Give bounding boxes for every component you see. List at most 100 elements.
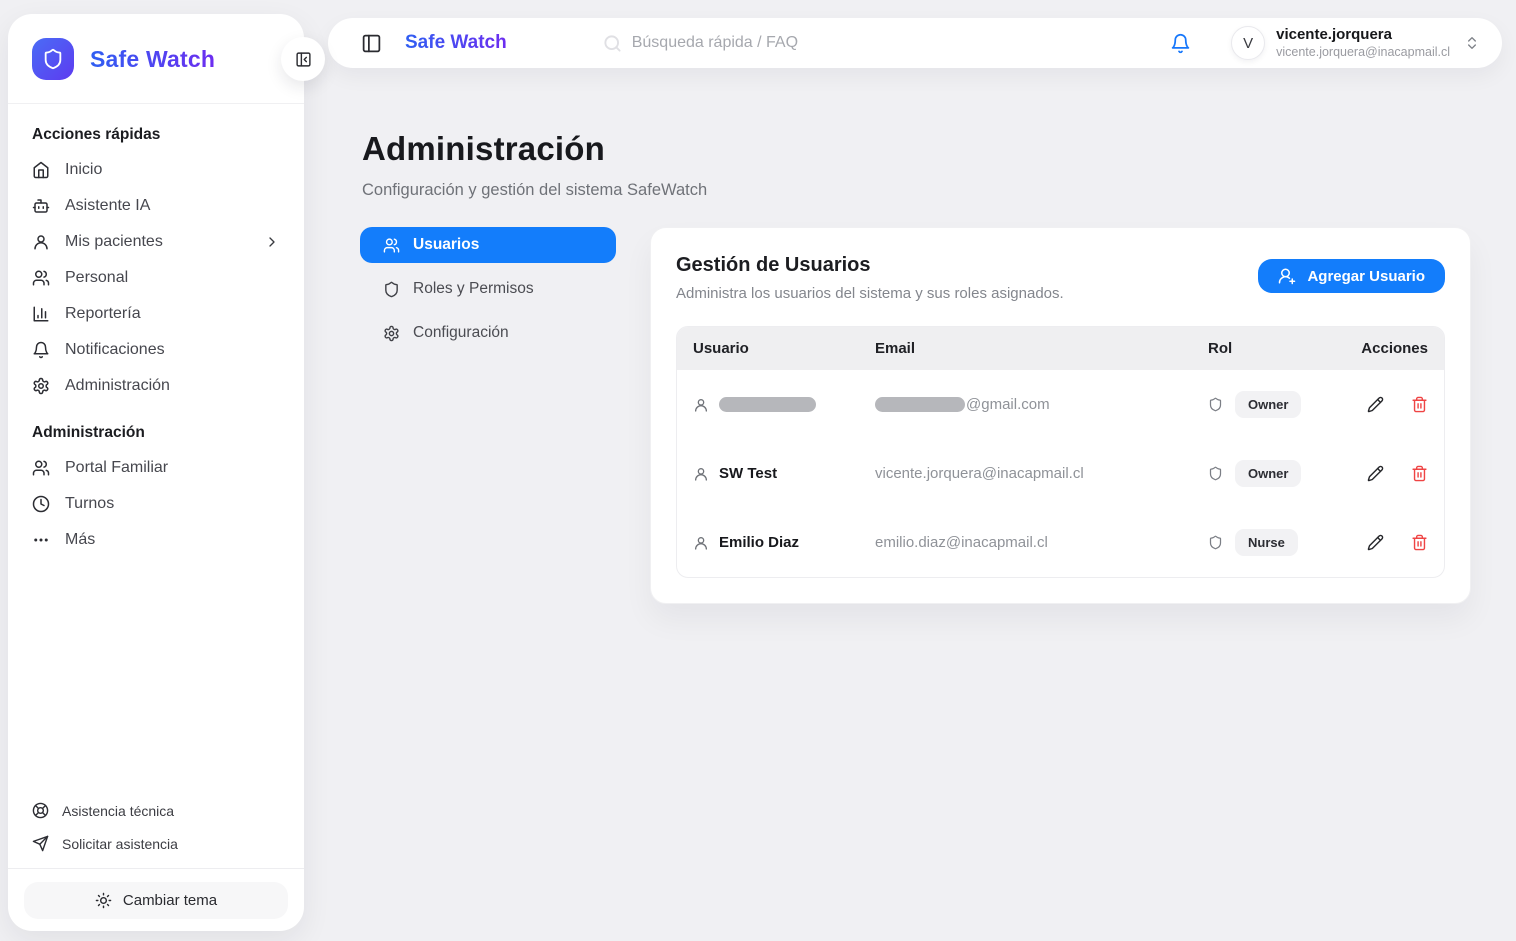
change-theme-label: Cambiar tema — [123, 892, 217, 909]
sidebar-item-asistencia-tecnica[interactable]: Asistencia técnica — [32, 794, 280, 827]
nav-heading-quick-actions: Acciones rápidas — [32, 126, 280, 144]
sidebar-item-label: Inicio — [65, 161, 102, 179]
tab-configuracion[interactable]: Configuración — [360, 315, 616, 351]
tab-usuarios[interactable]: Usuarios — [360, 227, 616, 263]
table-row: @gmail.com Owner — [677, 370, 1444, 439]
nav-heading-administracion: Administración — [32, 424, 280, 442]
role-badge: Owner — [1235, 460, 1301, 487]
shield-icon — [1208, 535, 1223, 550]
sidebar-item-label: Más — [65, 531, 95, 549]
sidebar-item-label: Personal — [65, 269, 128, 287]
user-icon — [32, 233, 50, 251]
sidebar-item-label: Turnos — [65, 495, 114, 513]
sidebar-item-label: Administración — [65, 377, 170, 395]
sun-icon — [95, 892, 112, 909]
app-root: Safe Watch Acciones rápidas Inicio Asist… — [0, 0, 1516, 941]
page-subtitle: Configuración y gestión del sistema Safe… — [362, 181, 1471, 200]
sidebar-item-personal[interactable]: Personal — [32, 260, 280, 296]
redacted-username — [719, 397, 816, 412]
change-theme-button[interactable]: Cambiar tema — [24, 882, 288, 919]
user-menu[interactable]: vicente.jorquera vicente.jorquera@inacap… — [1276, 26, 1450, 60]
topbar-right: V vicente.jorquera vicente.jorquera@inac… — [1170, 26, 1502, 60]
add-user-label: Agregar Usuario — [1307, 268, 1425, 285]
search-box[interactable] — [603, 34, 962, 53]
notifications-bell-icon[interactable] — [1170, 33, 1191, 54]
sidebar-nav: Acciones rápidas Inicio Asistente IA Mis… — [8, 104, 304, 558]
clock-icon — [32, 495, 50, 513]
topbar-brand: Safe Watch — [405, 32, 507, 54]
sidebar-item-label: Portal Familiar — [65, 459, 168, 477]
sidebar-item-mis-pacientes[interactable]: Mis pacientes — [32, 224, 280, 260]
column-header-email: Email — [875, 340, 1208, 357]
sidebar-item-turnos[interactable]: Turnos — [32, 486, 280, 522]
table-row: SW Test vicente.jorquera@inacapmail.cl O… — [677, 439, 1444, 508]
tab-label: Configuración — [413, 324, 509, 342]
sidebar-item-reporteria[interactable]: Reportería — [32, 296, 280, 332]
sidebar-item-inicio[interactable]: Inicio — [32, 152, 280, 188]
chevrons-up-down-icon[interactable] — [1464, 35, 1480, 51]
sidebar-item-label: Asistente IA — [65, 197, 150, 215]
edit-user-button[interactable] — [1367, 534, 1384, 551]
life-buoy-icon — [32, 802, 49, 819]
sidebar-footer: Asistencia técnica Solicitar asistencia … — [8, 794, 304, 919]
panel-left-icon[interactable] — [361, 33, 382, 54]
delete-user-button[interactable] — [1411, 534, 1428, 551]
sidebar-item-portal-familiar[interactable]: Portal Familiar — [32, 450, 280, 486]
tab-roles-permisos[interactable]: Roles y Permisos — [360, 271, 616, 307]
search-input[interactable] — [632, 34, 962, 52]
page-title: Administración — [362, 130, 1471, 168]
chevron-right-icon — [264, 234, 280, 250]
column-header-rol: Rol — [1208, 340, 1353, 357]
user-plus-icon — [1278, 267, 1296, 285]
table-row: Emilio Diaz emilio.diaz@inacapmail.cl Nu… — [677, 508, 1444, 577]
avatar[interactable]: V — [1231, 26, 1265, 60]
delete-user-button[interactable] — [1411, 465, 1428, 482]
edit-user-button[interactable] — [1367, 396, 1384, 413]
panel-left-close-icon — [295, 51, 312, 68]
bell-icon — [32, 341, 50, 359]
sidebar-item-label: Reportería — [65, 305, 141, 323]
shield-icon — [1208, 397, 1223, 412]
gear-icon — [32, 377, 50, 395]
sidebar-item-mas[interactable]: Más — [32, 522, 280, 558]
role-badge: Owner — [1235, 391, 1301, 418]
user-email: vicente.jorquera@inacapmail.cl — [1276, 45, 1450, 61]
footer-item-label: Solicitar asistencia — [62, 836, 178, 852]
gear-icon — [383, 325, 400, 342]
sidebar-item-label: Mis pacientes — [65, 233, 249, 251]
brand-shield-icon — [32, 38, 74, 80]
users-icon — [383, 237, 400, 254]
sidebar-item-asistente-ia[interactable]: Asistente IA — [32, 188, 280, 224]
sidebar-item-label: Notificaciones — [65, 341, 165, 359]
user-name: vicente.jorquera — [1276, 26, 1450, 45]
sidebar-item-notificaciones[interactable]: Notificaciones — [32, 332, 280, 368]
add-user-button[interactable]: Agregar Usuario — [1258, 259, 1445, 293]
delete-user-button[interactable] — [1411, 396, 1428, 413]
person-icon — [693, 535, 709, 551]
users-icon — [32, 459, 50, 477]
users-icon — [32, 269, 50, 287]
avatar-initial: V — [1243, 35, 1253, 52]
edit-user-button[interactable] — [1367, 465, 1384, 482]
user-name-cell: Emilio Diaz — [719, 534, 799, 551]
user-name-cell: SW Test — [719, 465, 777, 482]
send-icon — [32, 835, 49, 852]
bot-icon — [32, 197, 50, 215]
user-email-cell: emilio.diaz@inacapmail.cl — [875, 534, 1208, 551]
sidebar-item-administracion[interactable]: Administración — [32, 368, 280, 404]
role-badge: Nurse — [1235, 529, 1298, 556]
sidebar-item-solicitar-asistencia[interactable]: Solicitar asistencia — [32, 827, 280, 860]
users-table: Usuario Email Rol Acciones @gmai — [676, 326, 1445, 578]
card-subtitle: Administra los usuarios del sistema y su… — [676, 285, 1064, 302]
home-icon — [32, 161, 50, 179]
sidebar: Safe Watch Acciones rápidas Inicio Asist… — [8, 14, 304, 931]
brand-name: Safe Watch — [90, 46, 215, 73]
admin-tabs: Usuarios Roles y Permisos Configuración — [360, 227, 616, 359]
email-suffix: @gmail.com — [966, 396, 1050, 413]
column-header-usuario: Usuario — [693, 340, 875, 357]
tab-label: Roles y Permisos — [413, 280, 534, 298]
sidebar-collapse-button[interactable] — [281, 37, 325, 81]
user-management-card: Gestión de Usuarios Administra los usuar… — [650, 227, 1471, 604]
ellipsis-icon — [32, 531, 50, 549]
shield-icon — [383, 281, 400, 298]
